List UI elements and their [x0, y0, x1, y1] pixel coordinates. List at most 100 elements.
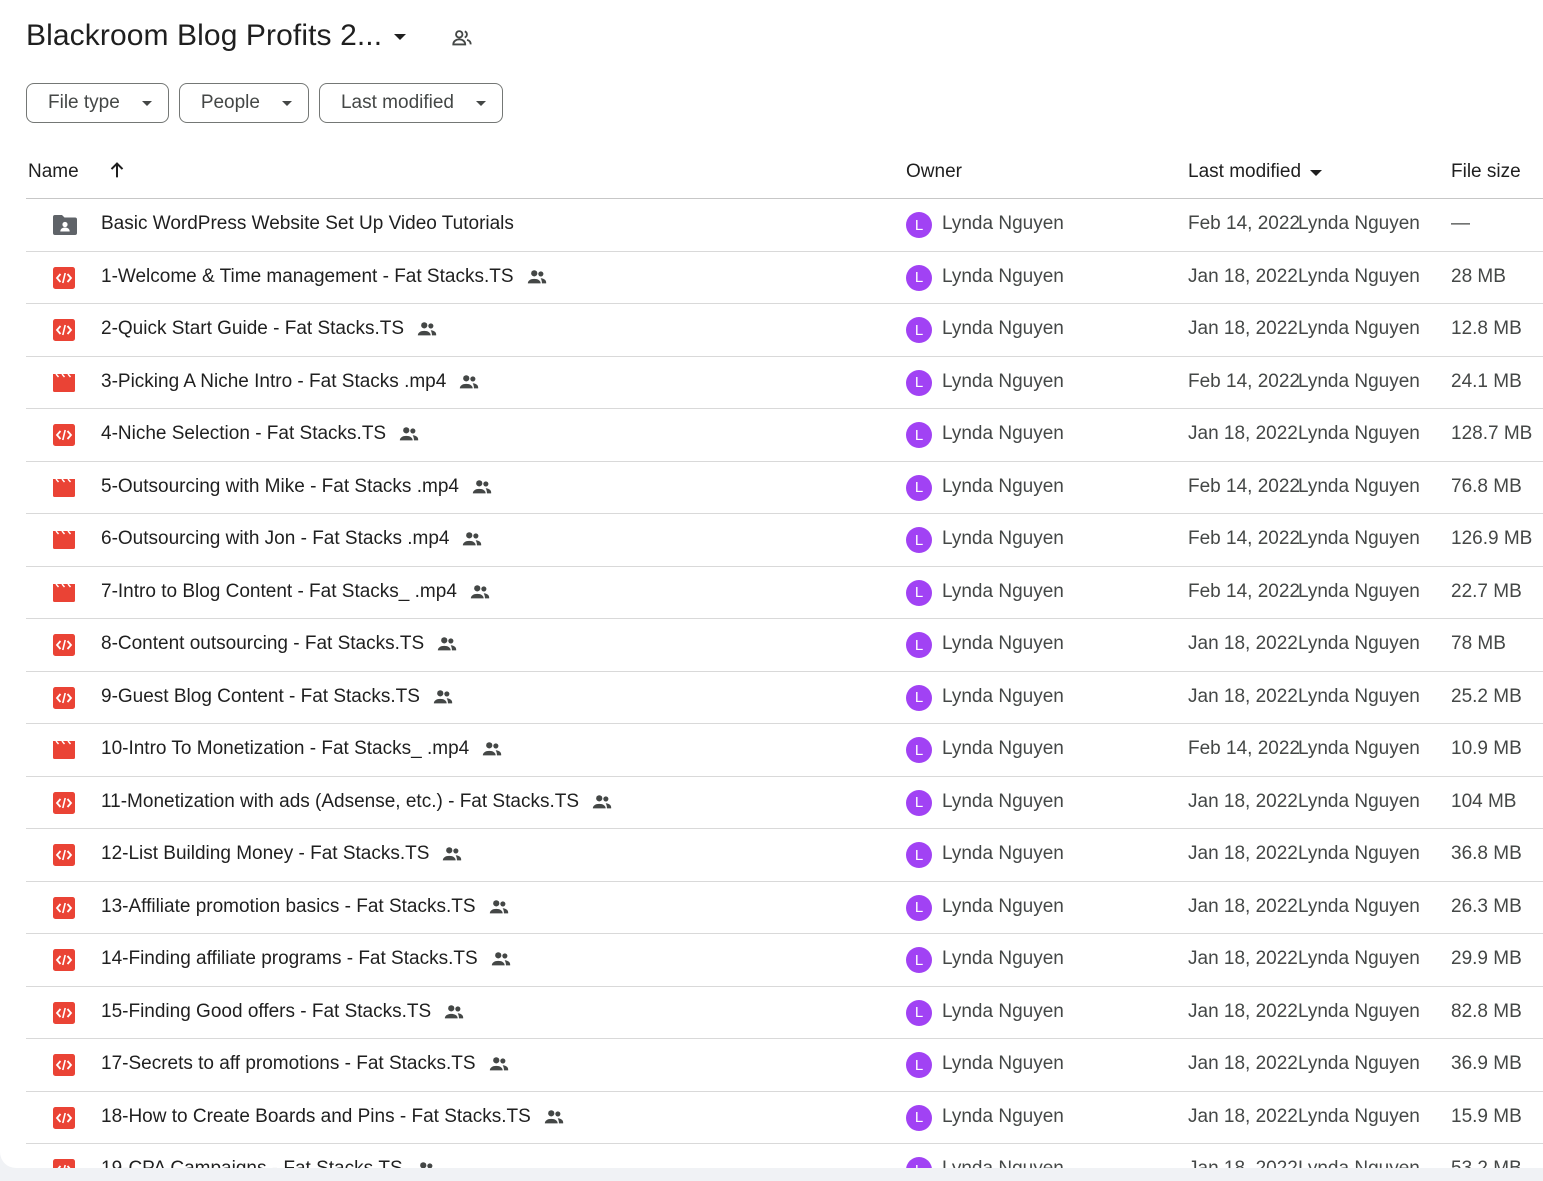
- modified-by: Lynda Nguyen: [1298, 895, 1420, 917]
- shared-people-icon: [415, 1158, 437, 1168]
- file-name-text: 4-Niche Selection - Fat Stacks.TS: [101, 423, 387, 444]
- file-row[interactable]: 1-Welcome & Time management - Fat Stacks…: [26, 252, 1543, 304]
- file-row[interactable]: 15-Finding Good offers - Fat Stacks.TS L L…: [26, 987, 1543, 1039]
- filter-people[interactable]: People: [178, 83, 309, 123]
- avatar: L: [906, 999, 932, 1026]
- drive-panel: Blackroom Blog Profits 2... File type Pe…: [0, 0, 1543, 1168]
- owner-name: Lynda Nguyen: [942, 528, 1064, 549]
- code-file-icon: [52, 686, 76, 710]
- shared-people-icon: [432, 686, 454, 708]
- file-name-text: 6-Outsourcing with Jon - Fat Stacks .mp4: [101, 528, 450, 549]
- avatar: L: [906, 317, 932, 343]
- caret-down-icon: [394, 34, 407, 40]
- file-name-text: 5-Outsourcing with Mike - Fat Stacks .mp…: [101, 475, 459, 497]
- file-row[interactable]: 3-Picking A Niche Intro - Fat Stacks .mp…: [26, 357, 1543, 409]
- code-file-icon: [52, 423, 76, 447]
- file-row[interactable]: 11-Monetization with ads (Adsense, etc.)…: [26, 777, 1543, 829]
- owner-name: Lynda Nguyen: [942, 895, 1064, 917]
- file-name: 2-Quick Start Guide - Fat Stacks.TS: [101, 318, 438, 340]
- sort-arrow-up-icon[interactable]: [106, 159, 128, 181]
- caret-down-icon: [476, 100, 486, 106]
- file-row[interactable]: 17-Secrets to aff promotions - Fat Stack…: [26, 1039, 1543, 1092]
- filter-bar: File type People Last modified: [26, 83, 503, 123]
- file-row[interactable]: 10-Intro To Monetization - Fat Stacks_ .…: [26, 724, 1543, 777]
- modified-by: Lynda Nguyen: [1298, 1105, 1420, 1127]
- file-name: 13-Affiliate promotion basics - Fat Stac…: [101, 896, 510, 918]
- avatar: L: [906, 1052, 932, 1078]
- modified-date: Jan 18, 2022: [1188, 423, 1298, 444]
- owner-name: Lynda Nguyen: [942, 265, 1064, 287]
- code-file-icon: [52, 1106, 76, 1130]
- code-file-icon: [52, 843, 76, 867]
- column-file-size[interactable]: File size: [1451, 161, 1521, 183]
- modified-date: Feb 14, 2022: [1188, 738, 1300, 759]
- column-name[interactable]: Name: [28, 161, 79, 183]
- file-row[interactable]: 12-List Building Money - Fat Stacks.TS L L…: [26, 829, 1543, 882]
- file-name: 8-Content outsourcing - Fat Stacks.TS: [101, 633, 458, 655]
- column-owner[interactable]: Owner: [906, 161, 962, 183]
- code-file-icon: [52, 896, 76, 920]
- shared-folder-icon: [52, 213, 77, 237]
- file-row[interactable]: 13-Affiliate promotion basics - Fat Stac…: [26, 882, 1543, 934]
- modified-by: Lynda Nguyen: [1298, 843, 1420, 864]
- video-file-icon: [52, 528, 76, 552]
- avatar: L: [906, 1104, 932, 1131]
- filter-file-type[interactable]: File type: [26, 83, 169, 123]
- modified-by: Lynda Nguyen: [1298, 423, 1420, 444]
- modified-date: Jan 18, 2022: [1188, 948, 1298, 969]
- file-row[interactable]: 2-Quick Start Guide - Fat Stacks.TS L Lynd…: [26, 304, 1543, 357]
- file-size: 26.3 MB: [1451, 895, 1522, 917]
- video-file-icon: [52, 581, 76, 605]
- file-row[interactable]: 14-Finding affiliate programs - Fat Stac…: [26, 934, 1543, 987]
- modified-date: Jan 18, 2022: [1188, 265, 1298, 287]
- file-row[interactable]: 4-Niche Selection - Fat Stacks.TS L Lynda …: [26, 409, 1543, 462]
- file-name-text: 7-Intro to Blog Content - Fat Stacks_ .m…: [101, 580, 457, 602]
- modified-by: Lynda Nguyen: [1298, 265, 1420, 287]
- file-row[interactable]: 5-Outsourcing with Mike - Fat Stacks .mp…: [26, 462, 1543, 514]
- file-row[interactable]: Basic WordPress Website Set Up Video Tut…: [26, 199, 1543, 252]
- file-name: 17-Secrets to aff promotions - Fat Stack…: [101, 1053, 510, 1075]
- modified-by: Lynda Nguyen: [1298, 948, 1420, 969]
- file-name-text: 12-List Building Money - Fat Stacks.TS: [101, 843, 430, 864]
- file-row[interactable]: 9-Guest Blog Content - Fat Stacks.TS L Lyn…: [26, 672, 1543, 724]
- avatar: L: [906, 369, 932, 396]
- owner-name: Lynda Nguyen: [942, 1000, 1064, 1022]
- file-name-text: 9-Guest Blog Content - Fat Stacks.TS: [101, 685, 420, 707]
- avatar: L: [906, 737, 932, 763]
- column-last-modified[interactable]: Last modified: [1188, 161, 1323, 183]
- owner-name: Lynda Nguyen: [942, 475, 1064, 497]
- video-file-icon: [52, 476, 76, 500]
- file-name: 6-Outsourcing with Jon - Fat Stacks .mp4: [101, 528, 483, 550]
- modified-date: Jan 18, 2022: [1188, 1000, 1298, 1022]
- modified-date: Jan 18, 2022: [1188, 895, 1298, 917]
- file-row[interactable]: 8-Content outsourcing - Fat Stacks.TS L Ly…: [26, 619, 1543, 672]
- modified-date: Jan 18, 2022: [1188, 318, 1298, 339]
- file-row[interactable]: 7-Intro to Blog Content - Fat Stacks_ .m…: [26, 567, 1543, 619]
- file-row[interactable]: 18-How to Create Boards and Pins - Fat S…: [26, 1092, 1543, 1144]
- filter-last-modified[interactable]: Last modified: [318, 83, 503, 123]
- shared-people-icon: [398, 423, 420, 445]
- modified-date: Jan 18, 2022: [1188, 633, 1298, 654]
- file-size: 36.8 MB: [1451, 843, 1522, 864]
- file-size: 78 MB: [1451, 633, 1506, 654]
- modified-by: Lynda Nguyen: [1298, 1158, 1420, 1168]
- shared-people-icon: [481, 738, 503, 760]
- file-size: —: [1451, 213, 1470, 234]
- file-row[interactable]: 6-Outsourcing with Jon - Fat Stacks .mp4…: [26, 514, 1543, 567]
- shared-people-icon: [461, 528, 483, 550]
- file-name-text: 8-Content outsourcing - Fat Stacks.TS: [101, 633, 425, 654]
- file-name: 11-Monetization with ads (Adsense, etc.)…: [101, 791, 613, 813]
- filter-label: File type: [48, 92, 120, 113]
- file-size: 104 MB: [1451, 790, 1517, 812]
- avatar: L: [906, 1157, 932, 1168]
- file-row[interactable]: 19-CPA Campaigns - Fat Stacks.TS L Lynda N…: [26, 1144, 1543, 1168]
- file-name: 18-How to Create Boards and Pins - Fat S…: [101, 1106, 565, 1128]
- shared-people-icon[interactable]: [448, 24, 476, 52]
- code-file-icon: [52, 1158, 76, 1168]
- shared-people-icon: [441, 843, 463, 865]
- shared-people-icon: [416, 318, 438, 340]
- modified-date: Feb 14, 2022: [1188, 475, 1300, 497]
- folder-title-button[interactable]: Blackroom Blog Profits 2...: [16, 12, 416, 60]
- owner-name: Lynda Nguyen: [942, 423, 1064, 444]
- file-name: 1-Welcome & Time management - Fat Stacks…: [101, 266, 548, 288]
